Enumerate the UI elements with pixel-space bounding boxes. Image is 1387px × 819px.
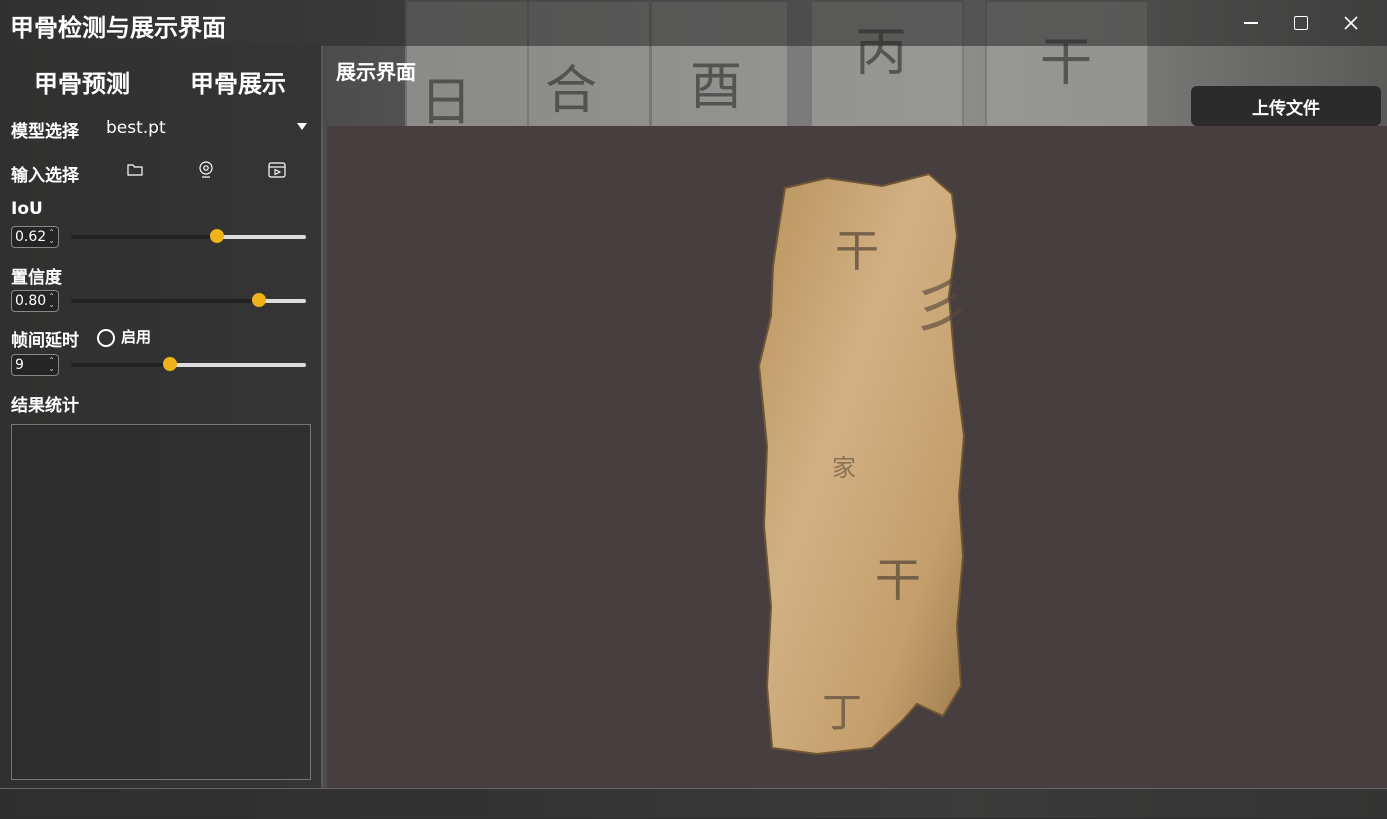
upload-button[interactable]: 上传文件 xyxy=(1191,86,1381,126)
tab-display[interactable]: 甲骨展示 xyxy=(190,64,286,99)
oracle-bone-image: 干 彡 家 干 丁 xyxy=(757,172,970,756)
display-area: 干 彡 家 干 丁 xyxy=(327,126,1387,788)
iou-value: 0.62 xyxy=(15,229,47,245)
iou-label: IoU xyxy=(11,199,43,219)
close-button[interactable] xyxy=(1331,8,1371,38)
confidence-slider-handle[interactable] xyxy=(252,293,266,307)
bg-glyph: 酉 xyxy=(690,57,743,117)
webcam-button[interactable] xyxy=(196,160,216,180)
confidence-value: 0.80 xyxy=(15,293,47,309)
results-label: 结果统计 xyxy=(11,396,79,416)
confidence-spinbox[interactable]: 0.80 ⌃ ⌄ xyxy=(11,290,59,312)
model-value: best.pt xyxy=(106,118,166,138)
frame-delay-slider[interactable] xyxy=(71,357,306,371)
sidebar: 甲骨预测 甲骨展示 模型选择 best.pt 输入选择 IoU 0.62 ⌃ ⌄ … xyxy=(0,46,323,788)
minimize-icon xyxy=(1244,22,1258,24)
video-button[interactable] xyxy=(267,160,287,180)
iou-slider-handle[interactable] xyxy=(209,229,224,243)
folder-icon xyxy=(127,164,143,176)
frame-delay-slider-track xyxy=(169,363,306,367)
tab-predict[interactable]: 甲骨预测 xyxy=(34,64,130,99)
maximize-icon xyxy=(1294,16,1308,30)
maximize-button[interactable] xyxy=(1281,8,1321,38)
frame-delay-value: 9 xyxy=(15,357,24,373)
bone-glyph: 干 xyxy=(835,226,879,277)
enable-radio[interactable] xyxy=(97,329,115,347)
iou-slider-track xyxy=(216,235,306,239)
frame-delay-spinbox[interactable]: 9 ⌃ ⌄ xyxy=(11,354,59,376)
iou-slider[interactable] xyxy=(71,229,306,243)
confidence-label: 置信度 xyxy=(11,268,62,288)
results-panel xyxy=(11,424,311,780)
bone-glyph: 丁 xyxy=(822,690,862,736)
bone-glyph: 彡 xyxy=(912,272,970,340)
input-label: 输入选择 xyxy=(11,166,79,186)
bone-glyph: 干 xyxy=(875,553,921,607)
page-title: 展示界面 xyxy=(336,60,416,84)
title-bar: 甲骨检测与展示界面 xyxy=(0,0,1387,46)
enable-label: 启用 xyxy=(121,328,152,346)
minimize-button[interactable] xyxy=(1231,8,1271,38)
spin-arrows-icon: ⌃ ⌄ xyxy=(48,356,55,373)
bg-glyph: 合 xyxy=(545,61,598,121)
bg-glyph: 日 xyxy=(420,73,473,133)
bone-glyph: 家 xyxy=(832,454,856,482)
confidence-slider[interactable] xyxy=(71,293,306,307)
frame-delay-slider-handle[interactable] xyxy=(162,357,177,371)
confidence-slider-track xyxy=(259,299,306,303)
frame-delay-label: 帧间延时 xyxy=(11,331,79,351)
chevron-down-icon xyxy=(297,123,307,130)
folder-button[interactable] xyxy=(125,160,145,180)
app-title: 甲骨检测与展示界面 xyxy=(10,14,226,42)
spin-arrows-icon: ⌃ ⌄ xyxy=(48,228,55,245)
webcam-icon xyxy=(199,161,213,178)
spin-arrows-icon: ⌃ ⌄ xyxy=(48,292,55,309)
iou-spinbox[interactable]: 0.62 ⌃ ⌄ xyxy=(11,226,59,248)
close-icon xyxy=(1344,16,1358,30)
video-icon xyxy=(268,162,286,178)
status-bar xyxy=(0,788,1387,819)
model-label: 模型选择 xyxy=(11,122,79,142)
